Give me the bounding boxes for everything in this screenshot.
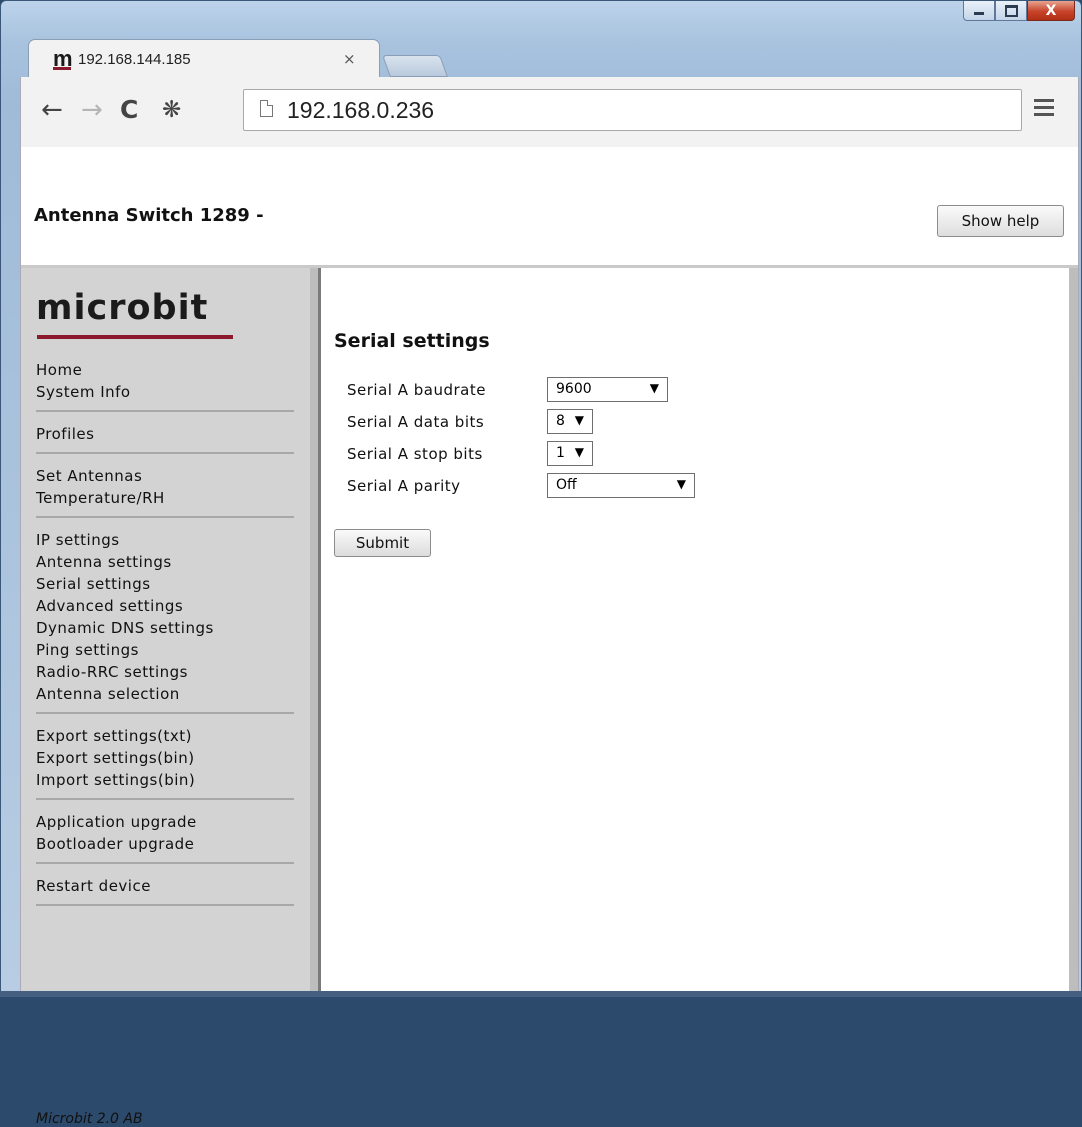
microbit-logo: microbit [36,288,209,328]
data-bits-label: Serial A data bits [347,413,485,431]
page-header: Antenna Switch 1289 - Show help [21,147,1078,268]
browser-window: X m 192.168.144.185 × ← → C ❋ 192.168.0.… [0,0,1082,1127]
address-bar[interactable]: 192.168.0.236 [243,89,1022,131]
window-controls: X [963,1,1075,23]
parity-select[interactable]: Off ▼ [547,473,695,498]
reload-icon[interactable]: C [120,97,138,123]
stop-bits-select[interactable]: 1 ▼ [547,441,593,466]
data-bits-value: 8 [556,413,565,429]
page-icon [260,100,273,117]
nav-group: Set Antennas Temperature/RH [36,464,294,518]
dropdown-arrow-icon: ▼ [649,381,659,395]
sidebar-item-advanced-settings[interactable]: Advanced settings [36,595,294,617]
sidebar-item-home[interactable]: Home [36,359,294,381]
sidebar-nav: Home System Info Profiles Set Antennas Tempe… [36,358,294,916]
baudrate-value: 9600 [556,381,592,397]
sidebar-item-antenna-settings[interactable]: Antenna settings [36,551,294,573]
submit-button[interactable]: Submit [334,529,431,557]
close-tab-icon[interactable]: × [343,50,356,68]
tab-title: 192.168.144.185 [78,51,191,68]
sidebar-item-export-settings-bin[interactable]: Export settings(bin) [36,747,294,769]
sidebar-item-system-info[interactable]: System Info [36,381,294,403]
close-window-button[interactable]: X [1027,1,1075,21]
sidebar-item-dynamic-dns-settings[interactable]: Dynamic DNS settings [36,617,294,639]
home-icon[interactable]: ❋ [162,97,181,123]
minimize-icon [974,12,984,15]
sidebar-item-application-upgrade[interactable]: Application upgrade [36,811,294,833]
sidebar-item-temperature-rh[interactable]: Temperature/RH [36,487,294,509]
footer-brand: Microbit 2.0 AB [36,1111,143,1127]
sidebar-item-ping-settings[interactable]: Ping settings [36,639,294,661]
sidebar-item-import-settings-bin[interactable]: Import settings(bin) [36,769,294,791]
sidebar-item-export-settings-txt[interactable]: Export settings(txt) [36,725,294,747]
sidebar-item-ip-settings[interactable]: IP settings [36,529,294,551]
dropdown-arrow-icon: ▼ [676,477,686,491]
content-divider [318,268,321,992]
sidebar-item-restart-device[interactable]: Restart device [36,875,294,897]
logo-underline [37,335,233,339]
sidebar: microbit Home System Info Profiles Set Ante… [21,268,318,1127]
minimize-button[interactable] [963,1,995,21]
hamburger-menu-icon[interactable] [1034,99,1054,120]
new-tab-button[interactable] [381,55,449,77]
nav-group: Export settings(txt) Export settings(bin)… [36,724,294,800]
page-title: Antenna Switch 1289 - [34,205,264,226]
baudrate-select[interactable]: 9600 ▼ [547,377,668,402]
nav-group: Restart device [36,874,294,906]
sidebar-item-radio-rrc-settings[interactable]: Radio-RRC settings [36,661,294,683]
maximize-button[interactable] [995,1,1027,21]
forward-arrow-icon[interactable]: → [81,97,103,123]
sidebar-item-profiles[interactable]: Profiles [36,423,294,445]
content-right-border [1069,268,1078,992]
section-title: Serial settings [334,330,490,352]
dropdown-arrow-icon: ▼ [574,445,584,459]
sidebar-item-antenna-selection[interactable]: Antenna selection [36,683,294,705]
url-text[interactable]: 192.168.0.236 [287,97,434,124]
main-content: Serial settings Serial A baudrate 9600 ▼… [334,268,1074,992]
dropdown-arrow-icon: ▼ [574,413,584,427]
maximize-icon [1004,4,1018,17]
browser-tab[interactable]: m 192.168.144.185 × [28,39,380,77]
sidebar-item-serial-settings[interactable]: Serial settings [36,573,294,595]
data-bits-select[interactable]: 8 ▼ [547,409,593,434]
baudrate-label: Serial A baudrate [347,381,486,399]
taskbar-strip [0,991,1082,997]
sidebar-item-bootloader-upgrade[interactable]: Bootloader upgrade [36,833,294,855]
stop-bits-label: Serial A stop bits [347,445,483,463]
nav-group: Home System Info [36,358,294,412]
show-help-button[interactable]: Show help [937,205,1064,237]
browser-toolbar: ← → C ❋ 192.168.0.236 [20,77,1079,147]
sidebar-item-set-antennas[interactable]: Set Antennas [36,465,294,487]
nav-group: Application upgrade Bootloader upgrade [36,810,294,864]
back-arrow-icon[interactable]: ← [41,97,63,123]
parity-value: Off [556,477,577,493]
stop-bits-value: 1 [556,445,565,461]
tab-favicon: m [53,46,73,71]
nav-group: IP settings Antenna settings Serial settin… [36,528,294,714]
parity-label: Serial A parity [347,477,461,495]
page-viewport: Antenna Switch 1289 - Show help microbit… [20,147,1079,1127]
nav-group: Profiles [36,422,294,454]
